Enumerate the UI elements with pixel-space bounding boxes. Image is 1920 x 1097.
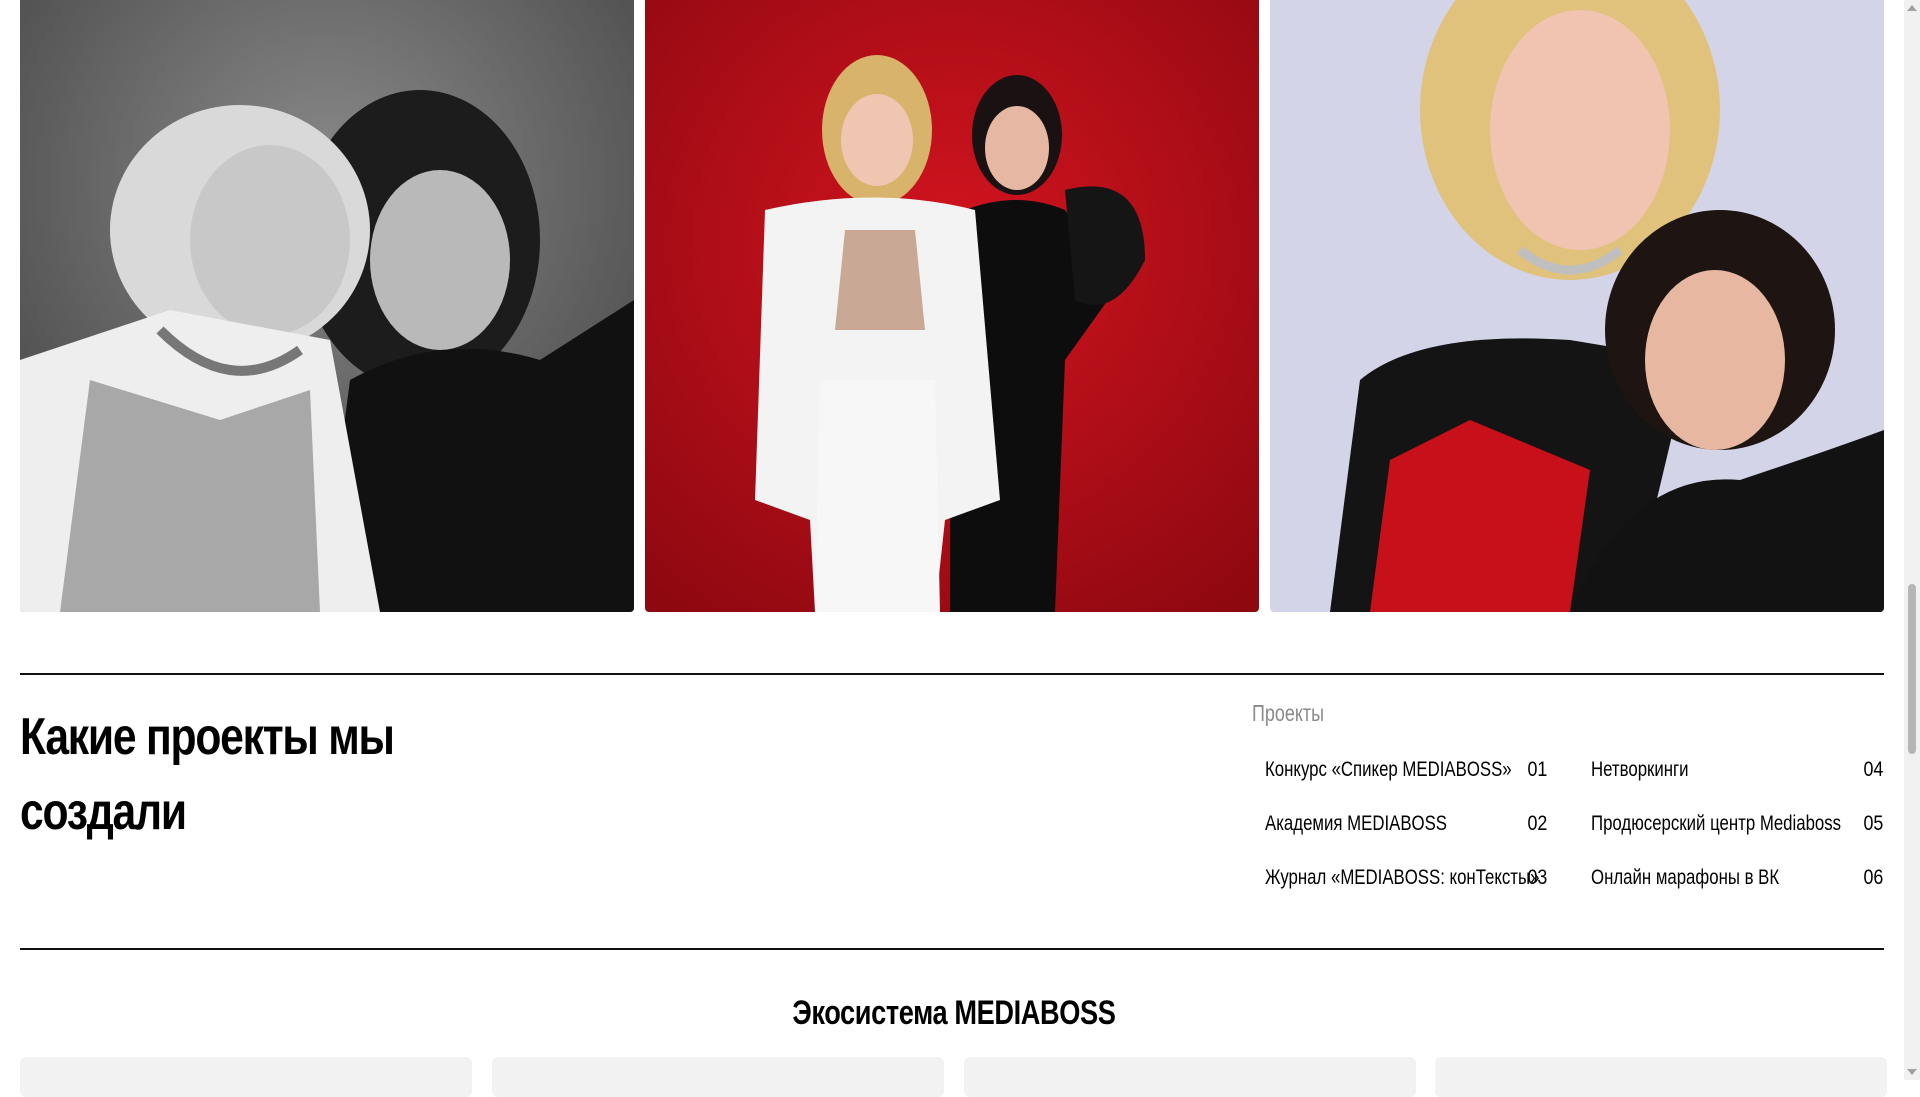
project-number: 02	[1527, 812, 1547, 835]
section-heading-line1: Какие проекты мы	[20, 708, 395, 766]
photo-bw-portrait	[20, 0, 634, 612]
ecosystem-title: Экосистема MEDIABOSS	[0, 994, 1907, 1033]
project-title: Онлайн марафоны в ВК	[1591, 866, 1780, 889]
project-item-speaker-contest[interactable]: Конкурс «Спикер MEDIABOSS» 01	[1265, 752, 1547, 792]
project-title: Журнал «MEDIABOSS: конТексты»	[1265, 866, 1540, 889]
project-item-vk-marathons[interactable]: Онлайн марафоны в ВК 06	[1591, 860, 1883, 900]
project-item-production-center[interactable]: Продюсерский центр Mediaboss 05	[1591, 806, 1883, 846]
ecosystem-card[interactable]	[492, 1057, 944, 1097]
project-number: 05	[1863, 812, 1883, 835]
project-item-networking[interactable]: Нетворкинги 04	[1591, 752, 1883, 792]
photo-red-background-portrait	[645, 0, 1259, 612]
section-heading: Какие проекты мы создали	[20, 700, 446, 850]
ecosystem-card[interactable]	[20, 1057, 472, 1097]
project-number: 03	[1527, 866, 1547, 889]
section-divider-top	[20, 673, 1884, 675]
section-divider-bottom	[20, 948, 1884, 950]
ecosystem-card[interactable]	[1435, 1057, 1887, 1097]
scrollbar-thumb[interactable]	[1908, 584, 1916, 754]
page-scrollbar[interactable]	[1904, 0, 1920, 1080]
project-title: Нетворкинги	[1591, 758, 1689, 781]
project-title: Конкурс «Спикер MEDIABOSS»	[1265, 758, 1512, 781]
project-title: Продюсерский центр Mediaboss	[1591, 812, 1842, 835]
ecosystem-card[interactable]	[964, 1057, 1416, 1097]
project-item-academy[interactable]: Академия MEDIABOSS 02	[1265, 806, 1547, 846]
ecosystem-title-text: Экосистема MEDIABOSS	[791, 994, 1116, 1032]
project-title: Академия MEDIABOSS	[1265, 812, 1448, 835]
photo-lavender-background-portrait	[1270, 0, 1884, 612]
projects-list: Конкурс «Спикер MEDIABOSS» 01 Академия M…	[1265, 752, 1885, 922]
projects-label: Проекты	[1252, 700, 1324, 726]
project-number: 06	[1863, 866, 1883, 889]
section-heading-line2: создали	[20, 783, 187, 841]
scroll-down-arrow-icon[interactable]	[1907, 1069, 1917, 1075]
project-item-journal[interactable]: Журнал «MEDIABOSS: конТексты» 03	[1265, 860, 1547, 900]
scroll-up-arrow-icon[interactable]	[1907, 5, 1917, 11]
project-number: 01	[1527, 758, 1547, 781]
project-number: 04	[1863, 758, 1883, 781]
